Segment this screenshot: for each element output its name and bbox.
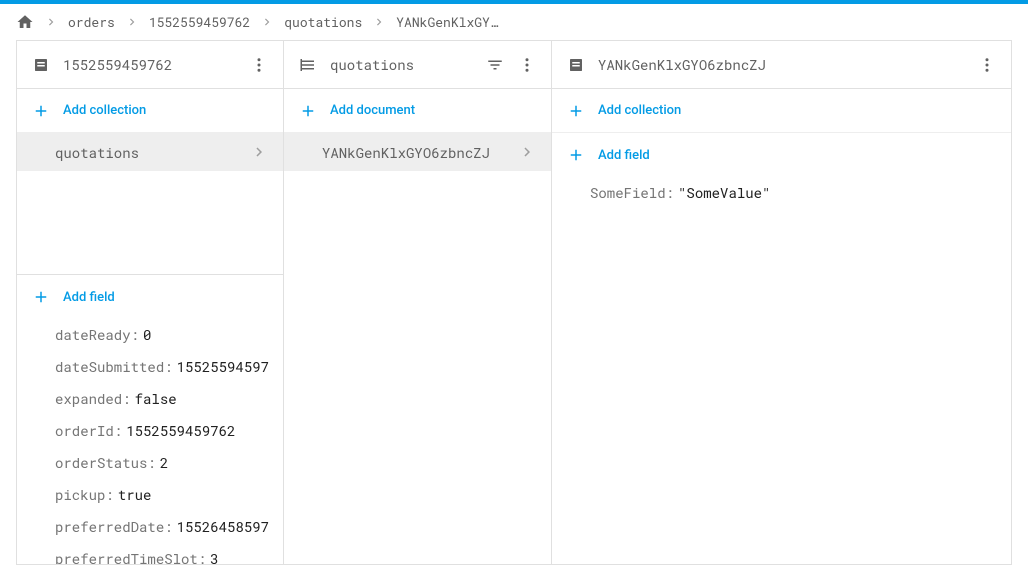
- pane-header-collection: quotations: [284, 41, 551, 89]
- field-value: 15525594597: [177, 357, 269, 376]
- filter-list-icon: [486, 56, 504, 74]
- field-row[interactable]: preferredDate:15526458597: [17, 511, 283, 543]
- plus-icon: [298, 101, 318, 121]
- add-field-button[interactable]: Add field: [552, 133, 1011, 177]
- field-row[interactable]: SomeField:"SomeValue": [552, 177, 1011, 209]
- colon: :: [131, 325, 139, 344]
- field-key: expanded: [55, 389, 122, 408]
- field-value: true: [118, 485, 152, 504]
- field-key: dateReady: [55, 325, 131, 344]
- collection-menu-button[interactable]: [511, 49, 543, 81]
- plus-icon: [31, 287, 51, 307]
- collection-item-label: quotations: [55, 143, 249, 162]
- fields-scroll[interactable]: dateReady:0dateSubmitted:15525594597expa…: [17, 319, 283, 564]
- add-collection-button[interactable]: Add collection: [17, 89, 283, 133]
- collection-item-quotations[interactable]: quotations: [17, 133, 283, 171]
- panes-container: 1552559459762 Add collection quotations: [0, 40, 1028, 565]
- add-collection-label: Add collection: [598, 103, 681, 118]
- document-item-label: YANkGenKlxGYO6zbncZJ: [322, 143, 517, 162]
- add-field-label: Add field: [598, 148, 650, 163]
- collection-icon: [298, 55, 318, 75]
- document-menu-button[interactable]: [243, 49, 275, 81]
- more-vert-icon: [978, 56, 996, 74]
- field-key: orderStatus: [55, 453, 147, 472]
- field-row[interactable]: dateSubmitted:15525594597: [17, 351, 283, 383]
- colon: :: [198, 549, 206, 564]
- pane-title: YANkGenKlxGYO6zbncZJ: [598, 55, 971, 74]
- more-vert-icon: [250, 56, 268, 74]
- subdocument-menu-button[interactable]: [971, 49, 1003, 81]
- breadcrumb-quotations[interactable]: quotations: [284, 13, 362, 31]
- add-field-label: Add field: [63, 290, 115, 305]
- fields-section: Add field dateReady:0dateSubmitted:15525…: [17, 274, 283, 564]
- field-row[interactable]: preferredTimeSlot:3: [17, 543, 283, 564]
- pane-header-subdocument: YANkGenKlxGYO6zbncZJ: [552, 41, 1011, 89]
- add-document-button[interactable]: Add document: [284, 89, 551, 133]
- filter-button[interactable]: [479, 49, 511, 81]
- field-key: pickup: [55, 485, 105, 504]
- colon: :: [122, 389, 130, 408]
- field-value: false: [135, 389, 177, 408]
- home-icon[interactable]: [16, 13, 34, 31]
- plus-icon: [31, 101, 51, 121]
- collection-pane: quotations Add document YANkGenKlxGYO6zb…: [284, 40, 552, 565]
- breadcrumb-orders[interactable]: orders: [68, 13, 115, 31]
- field-row[interactable]: dateReady:0: [17, 319, 283, 351]
- document-list: YANkGenKlxGYO6zbncZJ: [284, 133, 551, 171]
- plus-icon: [566, 145, 586, 165]
- field-key: preferredTimeSlot: [55, 549, 198, 564]
- add-document-label: Add document: [330, 103, 415, 118]
- field-key: preferredDate: [55, 517, 164, 536]
- chevron-right-icon: [125, 15, 139, 29]
- field-value: "SomeValue": [678, 183, 770, 202]
- colon: :: [147, 453, 155, 472]
- colon: :: [164, 517, 172, 536]
- subdocument-pane: YANkGenKlxGYO6zbncZJ Add collection Add …: [552, 40, 1012, 565]
- horizontal-scrollbar[interactable]: [16, 565, 1012, 579]
- add-collection-label: Add collection: [63, 103, 146, 118]
- add-field-button[interactable]: Add field: [17, 275, 283, 319]
- chevron-right-icon: [44, 15, 58, 29]
- document-icon: [31, 55, 51, 75]
- fields-list: SomeField:"SomeValue": [552, 177, 1011, 209]
- field-key: dateSubmitted: [55, 357, 164, 376]
- breadcrumb: orders 1552559459762 quotations YANkGenK…: [0, 4, 1028, 40]
- field-row[interactable]: pickup: true: [17, 479, 283, 511]
- chevron-right-icon: [372, 15, 386, 29]
- collection-list: quotations: [17, 133, 283, 171]
- chevron-right-icon: [260, 15, 274, 29]
- pane-header-document: 1552559459762: [17, 41, 283, 89]
- spacer: [17, 171, 283, 274]
- plus-icon: [566, 101, 586, 121]
- colon: :: [666, 183, 674, 202]
- field-value: 0: [143, 325, 151, 344]
- field-value: 1552559459762: [126, 421, 235, 440]
- document-icon: [566, 55, 586, 75]
- field-key: orderId: [55, 421, 114, 440]
- colon: :: [114, 421, 122, 440]
- field-row[interactable]: orderStatus:2: [17, 447, 283, 479]
- colon: :: [105, 485, 113, 504]
- more-vert-icon: [518, 56, 536, 74]
- field-value: 15526458597: [177, 517, 269, 536]
- add-collection-button[interactable]: Add collection: [552, 89, 1011, 133]
- chevron-right-icon: [249, 142, 269, 162]
- field-value: 2: [160, 453, 168, 472]
- breadcrumb-document-id[interactable]: 1552559459762: [149, 13, 250, 31]
- chevron-right-icon: [517, 142, 537, 162]
- document-pane: 1552559459762 Add collection quotations: [16, 40, 284, 565]
- field-key: SomeField: [590, 183, 666, 202]
- field-row[interactable]: expanded: false: [17, 383, 283, 415]
- colon: :: [164, 357, 172, 376]
- document-item[interactable]: YANkGenKlxGYO6zbncZJ: [284, 133, 551, 171]
- field-row[interactable]: orderId:1552559459762: [17, 415, 283, 447]
- pane-title: quotations: [330, 55, 479, 74]
- pane-title: 1552559459762: [63, 55, 243, 74]
- breadcrumb-document-truncated[interactable]: YANkGenKlxGY…: [396, 13, 497, 31]
- field-value: 3: [210, 549, 218, 564]
